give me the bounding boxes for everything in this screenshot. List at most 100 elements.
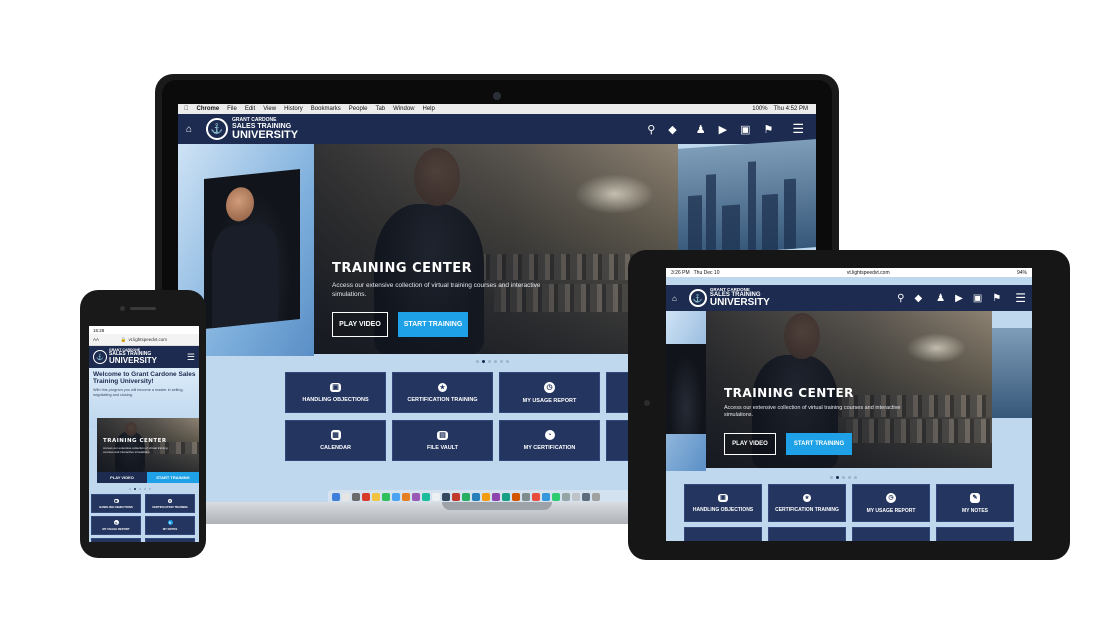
dock-app-icon[interactable] [572,493,580,501]
menu-icon[interactable]: ☰ [187,352,195,363]
dock-app-icon[interactable] [532,493,540,501]
dock-app-icon[interactable] [492,493,500,501]
tile-my-usage-report[interactable]: ◷ MY USAGE REPORT [91,516,141,535]
carousel-dot[interactable] [506,360,509,363]
tile-file-vault[interactable]: ▤ FILE VAULT [392,420,493,461]
carousel-dot-active[interactable] [836,476,839,479]
tile-my-notes[interactable]: ✎ MY NOTES [936,484,1014,522]
dock-app-icon[interactable] [452,493,460,501]
dock-app-icon[interactable] [422,493,430,501]
dock-app-icon[interactable] [332,493,340,501]
tile-certification-training[interactable]: ★ CERTIFICATION TRAINING [768,484,846,522]
tile-calendar[interactable]: ▦ CALENDAR [285,420,386,461]
carousel-dot-active[interactable] [482,360,485,363]
reader-toggle[interactable]: AA [93,337,99,342]
menu-view[interactable]: View [263,106,276,112]
carousel-dot[interactable] [476,360,479,363]
start-training-button[interactable]: START TRAINING [147,472,199,483]
tile-my-certification[interactable]: ◔ MY CERTIFICATION [499,420,600,461]
dock-app-icon[interactable] [392,493,400,501]
start-training-button[interactable]: START TRAINING [398,312,468,337]
dock-app-icon[interactable] [462,493,470,501]
dock-app-icon[interactable] [342,493,350,501]
tile-partial[interactable] [852,527,930,541]
menu-bookmarks[interactable]: Bookmarks [311,106,341,112]
dock-app-icon[interactable] [562,493,570,501]
dock-app-icon[interactable] [472,493,480,501]
briefcase-icon[interactable]: ▣ [740,123,750,136]
menu-tab[interactable]: Tab [375,106,385,112]
search-icon[interactable]: ⚲ [897,293,904,304]
carousel-dot[interactable] [494,360,497,363]
carousel-dot[interactable] [149,488,151,490]
clock[interactable]: Thu 4:52 PM [774,106,808,112]
menu-window[interactable]: Window [393,106,414,112]
tile-partial[interactable] [145,538,195,542]
menu-icon[interactable]: ☰ [1015,291,1026,305]
carousel-dot[interactable] [144,488,146,490]
briefcase-icon[interactable]: ▣ [973,293,982,304]
dock-app-icon[interactable] [352,493,360,501]
menu-icon[interactable]: ☰ [792,121,804,137]
carousel-dot[interactable] [139,488,141,490]
site-logo[interactable]: ⚓ Grant Cardone Sales Training Universit… [93,348,157,366]
carousel-dots[interactable] [129,488,151,490]
dock-app-icon[interactable] [432,493,440,501]
tile-my-notes[interactable]: ✎ MY NOTES [145,516,195,535]
tile-my-usage-report[interactable]: ◷ MY USAGE REPORT [499,372,600,413]
dock-app-icon[interactable] [542,493,550,501]
dock-app-icon[interactable] [402,493,410,501]
play-video-button[interactable]: PLAY VIDEO [724,433,776,455]
dock-app-icon[interactable] [592,493,600,501]
carousel-dot[interactable] [488,360,491,363]
tile-certification-training[interactable]: ★ CERTIFICATION TRAINING [392,372,493,413]
home-icon[interactable]: ⌂ [186,124,192,135]
tile-partial[interactable] [768,527,846,541]
play-video-button[interactable]: PLAY VIDEO [332,312,388,337]
url-text[interactable]: vt.lightspeedvt.com [129,337,168,342]
user-icon[interactable]: ♟ [696,123,706,136]
carousel-dots[interactable] [830,476,857,479]
menu-help[interactable]: Help [423,106,435,112]
tile-partial[interactable] [91,538,141,542]
carousel-dot[interactable] [848,476,851,479]
home-icon[interactable]: ⌂ [672,294,677,303]
user-icon[interactable]: ♟ [936,293,945,304]
apple-icon[interactable]:  [184,106,189,112]
dock-app-icon[interactable] [412,493,420,501]
start-training-button[interactable]: START TRAINING [786,433,852,455]
carousel-dots[interactable] [476,360,509,363]
menu-edit[interactable]: Edit [245,106,255,112]
dock-app-icon[interactable] [482,493,490,501]
carousel-dot[interactable] [500,360,503,363]
dock-app-icon[interactable] [582,493,590,501]
dock-app-icon[interactable] [372,493,380,501]
search-icon[interactable]: ⚲ [647,123,655,136]
dock-app-icon[interactable] [552,493,560,501]
tile-partial[interactable] [684,527,762,541]
dock-app-icon[interactable] [362,493,370,501]
tile-handling-objections[interactable]: ▣ HANDLING OBJECTIONS [91,494,141,513]
play-video-button[interactable]: PLAY VIDEO [97,472,147,483]
dock-app-icon[interactable] [522,493,530,501]
diamond-icon[interactable]: ◆ [668,123,676,136]
tile-certification-training[interactable]: ★ CERTIFICATION TRAINING [145,494,195,513]
site-logo[interactable]: ⚓ Grant Cardone Sales Training Universit… [206,117,298,141]
megaphone-icon[interactable]: ▶ [955,293,963,304]
flag-icon[interactable]: ⚑ [763,123,773,136]
dock-app-icon[interactable] [502,493,510,501]
carousel-dot[interactable] [854,476,857,479]
megaphone-icon[interactable]: ▶ [719,123,727,136]
menu-chrome[interactable]: Chrome [197,106,220,112]
carousel-dot[interactable] [830,476,833,479]
dock-app-icon[interactable] [382,493,390,501]
carousel-dot-active[interactable] [134,488,136,490]
diamond-icon[interactable]: ◆ [914,293,922,304]
tile-handling-objections[interactable]: ▣ HANDLING OBJECTIONS [285,372,386,413]
menu-file[interactable]: File [227,106,237,112]
tile-handling-objections[interactable]: ▣ HANDLING OBJECTIONS [684,484,762,522]
dock-app-icon[interactable] [512,493,520,501]
menu-people[interactable]: People [349,106,368,112]
site-logo[interactable]: ⚓ Grant Cardone Sales Training Universit… [688,287,770,309]
tile-partial[interactable] [936,527,1014,541]
